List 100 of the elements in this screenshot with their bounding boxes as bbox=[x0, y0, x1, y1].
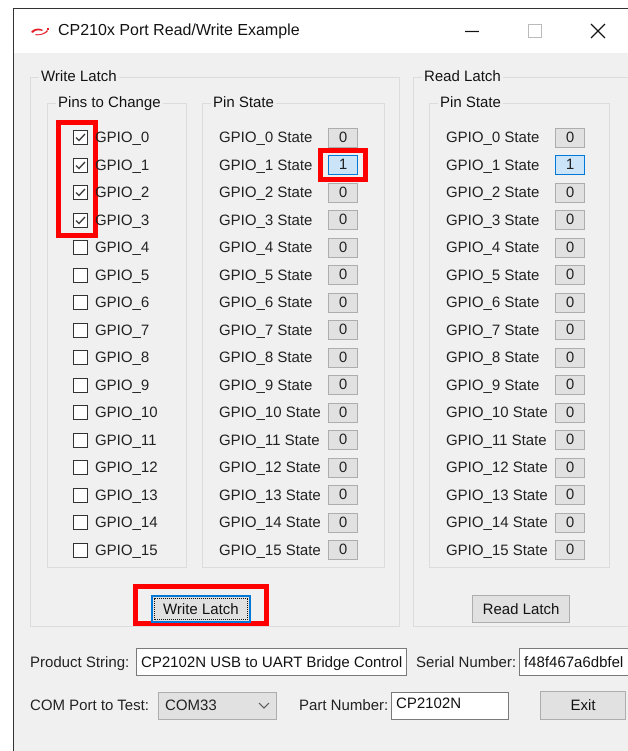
state-value: 0 bbox=[555, 210, 585, 230]
checkbox[interactable] bbox=[73, 488, 88, 503]
state-value: 0 bbox=[328, 348, 358, 368]
pin-state-label: GPIO_8 State bbox=[446, 349, 540, 366]
pin-state-label: GPIO_6 State bbox=[446, 294, 540, 312]
pin-state-label: GPIO_6 State bbox=[219, 294, 314, 312]
state-value: 0 bbox=[555, 540, 585, 560]
state-value: 0 bbox=[328, 512, 358, 533]
state-value: 0 bbox=[328, 430, 358, 450]
pin-state-label: GPIO_11 State bbox=[219, 432, 321, 449]
pin-state-label: GPIO_9 State bbox=[446, 376, 540, 394]
checkbox[interactable] bbox=[73, 460, 88, 476]
window-title: CP210x Port Read/Write Example bbox=[58, 22, 300, 40]
dropdown-value: COM33 bbox=[165, 697, 217, 714]
state-value: 0 bbox=[328, 128, 358, 148]
part-number-field[interactable]: CP2102N bbox=[391, 692, 509, 720]
group-title: Pin State bbox=[440, 94, 501, 111]
pin-state-label: GPIO_2 State bbox=[219, 184, 314, 202]
checkbox-label[interactable]: GPIO_10 bbox=[95, 404, 158, 422]
pin-state-label: GPIO_9 State bbox=[219, 376, 314, 394]
checkbox-label[interactable]: GPIO_14 bbox=[95, 514, 158, 532]
pin-state-label: GPIO_0 State bbox=[219, 129, 314, 146]
field-label: Part Number: bbox=[299, 697, 390, 714]
pin-state-label: GPIO_7 State bbox=[219, 322, 314, 339]
checkbox[interactable] bbox=[73, 515, 88, 530]
checkbox[interactable] bbox=[73, 322, 88, 338]
checkbox-label[interactable]: GPIO_15 bbox=[95, 542, 158, 559]
pin-state-label: GPIO_5 State bbox=[219, 266, 314, 284]
checkbox-label[interactable]: GPIO_12 bbox=[95, 459, 158, 476]
state-value: 0 bbox=[328, 458, 358, 478]
pin-state-label: GPIO_2 State bbox=[446, 184, 540, 202]
pin-state-label: GPIO_15 State bbox=[446, 542, 549, 559]
pin-state-label: GPIO_0 State bbox=[446, 129, 540, 146]
checkbox-label[interactable]: GPIO_6 bbox=[95, 294, 150, 312]
logo-icon bbox=[30, 26, 50, 36]
product-string-field[interactable]: CP2102N USB to UART Bridge Control bbox=[136, 648, 407, 676]
checkbox-label[interactable]: GPIO_9 bbox=[95, 376, 150, 394]
state-value: 0 bbox=[328, 238, 358, 258]
pin-state-label: GPIO_15 State bbox=[219, 542, 322, 559]
state-value: 0 bbox=[555, 458, 585, 478]
state-value: 0 bbox=[328, 210, 358, 230]
pin-state-label: GPIO_4 State bbox=[446, 239, 540, 256]
checkbox[interactable] bbox=[73, 212, 88, 228]
checkbox[interactable] bbox=[73, 185, 88, 200]
latch-button[interactable]: Read Latch bbox=[472, 595, 570, 623]
serial-number-field[interactable]: f48f467a6dbfel bbox=[519, 648, 628, 676]
pin-state-label: GPIO_13 State bbox=[446, 486, 549, 504]
state-value: 0 bbox=[555, 430, 585, 450]
pin-state-label: GPIO_10 State bbox=[446, 404, 549, 422]
checkbox-label[interactable]: GPIO_7 bbox=[95, 322, 150, 339]
pin-state-label: GPIO_10 State bbox=[219, 404, 322, 422]
checkbox[interactable] bbox=[73, 378, 88, 393]
checkbox[interactable] bbox=[73, 542, 88, 558]
state-value: 0 bbox=[555, 320, 585, 340]
latch-button[interactable]: Write Latch bbox=[151, 595, 251, 623]
group-title: Write Latch bbox=[41, 68, 117, 85]
pin-state-label: GPIO_12 State bbox=[446, 459, 549, 476]
pin-state-label: GPIO_13 State bbox=[219, 486, 322, 504]
pin-state-label: GPIO_7 State bbox=[446, 322, 540, 339]
checkbox[interactable] bbox=[73, 268, 88, 283]
state-value: 0 bbox=[328, 182, 358, 203]
state-value: 0 bbox=[555, 265, 585, 286]
close-icon[interactable] bbox=[588, 22, 606, 40]
pin-state-label: GPIO_11 State bbox=[446, 432, 548, 449]
checkbox[interactable] bbox=[73, 295, 88, 310]
state-value: 0 bbox=[328, 265, 358, 286]
checkbox-label[interactable]: GPIO_11 bbox=[95, 432, 156, 449]
checkbox[interactable] bbox=[73, 158, 88, 173]
state-value: 0 bbox=[328, 485, 358, 506]
state-value: 0 bbox=[555, 128, 585, 148]
checkbox-label[interactable]: GPIO_5 bbox=[95, 266, 150, 284]
com-port-dropdown[interactable]: COM33 bbox=[158, 692, 277, 720]
checkbox[interactable] bbox=[73, 405, 88, 420]
state-value: 0 bbox=[555, 182, 585, 203]
checkbox-label[interactable]: GPIO_4 bbox=[95, 239, 150, 256]
checkbox[interactable] bbox=[73, 130, 88, 146]
field-label: Product String: bbox=[30, 654, 130, 670]
state-value: 0 bbox=[328, 292, 358, 313]
pin-state-label: GPIO_12 State bbox=[219, 459, 322, 476]
state-value: 0 bbox=[328, 375, 358, 396]
pin-state-label: GPIO_1 State bbox=[219, 156, 314, 174]
pin-state-label: GPIO_8 State bbox=[219, 349, 314, 366]
state-value: 0 bbox=[555, 512, 585, 533]
state-value: 0 bbox=[328, 320, 358, 340]
pin-state-label: GPIO_4 State bbox=[219, 239, 314, 256]
checkbox-label[interactable]: GPIO_13 bbox=[95, 486, 158, 504]
state-value: 0 bbox=[328, 402, 358, 423]
pin-state-label: GPIO_3 State bbox=[446, 212, 540, 229]
pin-state-label: GPIO_1 State bbox=[446, 156, 540, 174]
exit-button[interactable]: Exit bbox=[540, 691, 626, 720]
state-value: 0 bbox=[555, 238, 585, 258]
state-value: 0 bbox=[555, 402, 585, 423]
checkbox[interactable] bbox=[73, 432, 88, 448]
checkbox-label[interactable]: GPIO_8 bbox=[95, 349, 150, 366]
checkbox[interactable] bbox=[73, 350, 88, 366]
checkbox[interactable] bbox=[73, 240, 88, 256]
state-value: 0 bbox=[555, 348, 585, 368]
pin-state-label: GPIO_14 State bbox=[446, 514, 549, 532]
field-label: Serial Number: bbox=[416, 654, 518, 670]
group-title: Pins to Change bbox=[58, 94, 161, 111]
